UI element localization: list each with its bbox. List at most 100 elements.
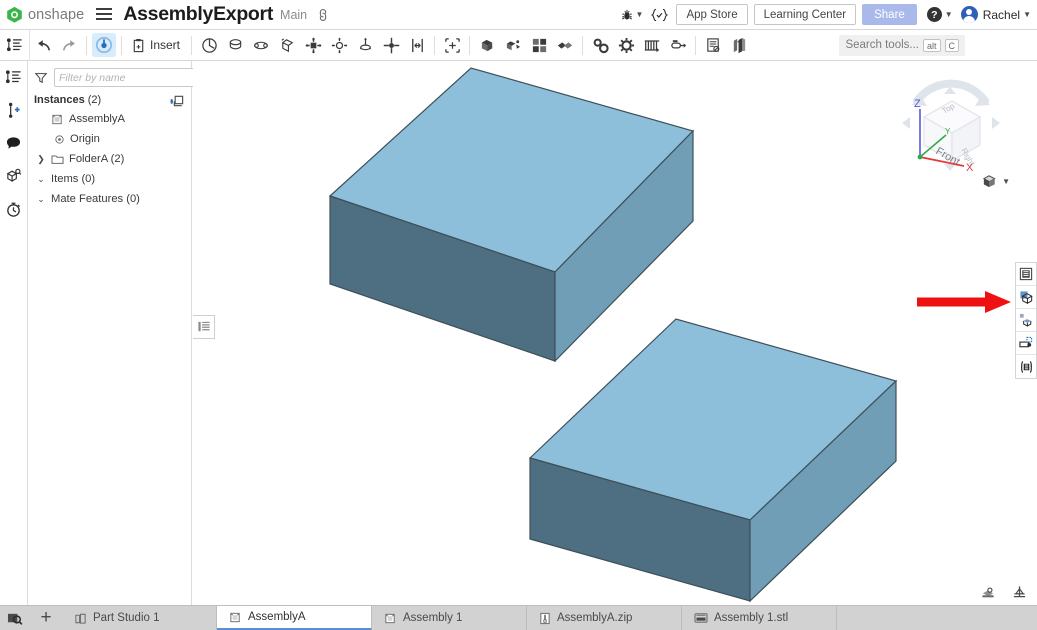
link-icon[interactable] bbox=[313, 5, 333, 25]
search-input[interactable] bbox=[54, 68, 201, 87]
redo-button[interactable] bbox=[56, 30, 82, 61]
cylindrical-mate-icon[interactable] bbox=[222, 30, 248, 61]
learning-center-button[interactable]: Learning Center bbox=[753, 4, 857, 25]
hamburger-menu-icon[interactable] bbox=[96, 8, 113, 21]
tree-item-origin[interactable]: Origin bbox=[28, 129, 191, 149]
tree-item-label: FolderA (2) bbox=[69, 153, 125, 165]
screw-relation-icon[interactable] bbox=[639, 30, 665, 61]
tab-label: Part Studio 1 bbox=[93, 612, 160, 624]
chevron-down-icon[interactable]: ⌄ bbox=[36, 194, 46, 205]
tangent-mate-icon[interactable] bbox=[404, 30, 430, 61]
stl-file-icon bbox=[694, 612, 708, 624]
panel-filter-row bbox=[28, 66, 221, 87]
document-tab-bar: + Part Studio 1 AssemblyA Assembly 1 Ass… bbox=[0, 605, 1037, 630]
assembly-icon bbox=[384, 612, 397, 625]
toolbar-divider bbox=[86, 35, 87, 55]
mate-connector-icon[interactable] bbox=[439, 30, 465, 61]
export-parts-icon[interactable] bbox=[1016, 286, 1036, 309]
help-chevron-down-icon[interactable]: ▼ bbox=[945, 10, 953, 19]
shaded-view-icon bbox=[982, 175, 996, 188]
transform-copy-icon[interactable] bbox=[1016, 309, 1036, 332]
tab-part-studio-1[interactable]: Part Studio 1 bbox=[62, 606, 217, 630]
chevron-down-icon: ▼ bbox=[635, 10, 644, 19]
insert-tab-icon[interactable] bbox=[1016, 332, 1036, 355]
instances-label: Instances bbox=[34, 94, 85, 106]
model-box-1 bbox=[328, 67, 695, 363]
pin-slot-mate-icon[interactable] bbox=[352, 30, 378, 61]
instances-count: (2) bbox=[87, 94, 102, 106]
onshape-wordmark[interactable]: onshape bbox=[28, 7, 84, 23]
chevron-right-icon[interactable]: ❯ bbox=[36, 154, 46, 165]
view-cube[interactable]: Front Top Right Z X Y bbox=[892, 67, 1010, 185]
branch-label[interactable]: Main bbox=[280, 8, 307, 22]
app-store-button[interactable]: App Store bbox=[676, 4, 748, 25]
tab-assemblya[interactable]: AssemblyA bbox=[217, 606, 372, 630]
toolbar-divider bbox=[191, 35, 193, 55]
tree-item-mate-features[interactable]: ⌄ Mate Features (0) bbox=[28, 189, 191, 209]
new-folder-icon[interactable] bbox=[170, 93, 185, 107]
help-icon[interactable]: ? bbox=[926, 7, 942, 22]
avatar[interactable] bbox=[960, 6, 978, 23]
ball-mate-icon[interactable] bbox=[326, 30, 352, 61]
view-mode-chevron-down-icon[interactable]: ▼ bbox=[1002, 177, 1010, 186]
bill-of-materials-icon[interactable] bbox=[700, 30, 726, 61]
instances-header: Instances (2) bbox=[28, 87, 191, 109]
revolute-mate-icon[interactable] bbox=[196, 30, 222, 61]
parallel-mate-icon[interactable] bbox=[378, 30, 404, 61]
exploded-view-icon[interactable] bbox=[726, 30, 752, 61]
assembly-icon bbox=[51, 113, 64, 126]
axis-z-label: Z bbox=[914, 98, 921, 110]
share-button[interactable]: Share bbox=[862, 4, 917, 25]
view-mode-button[interactable]: ▼ bbox=[981, 173, 1010, 190]
measure-icon[interactable] bbox=[1012, 585, 1027, 599]
add-version-icon[interactable] bbox=[4, 100, 24, 120]
assemble-active-icon[interactable] bbox=[91, 30, 117, 61]
section-view-icon[interactable] bbox=[981, 585, 996, 599]
insert-button[interactable]: Insert bbox=[126, 30, 187, 61]
tab-assembly-1[interactable]: Assembly 1 bbox=[372, 606, 527, 630]
user-menu-label[interactable]: Rachel bbox=[983, 8, 1020, 22]
tree-item-foldera[interactable]: ❯ FolderA (2) bbox=[28, 149, 191, 169]
tab-label: AssemblyA bbox=[248, 611, 306, 623]
planar-mate-icon[interactable] bbox=[274, 30, 300, 61]
gear-relation-icon[interactable] bbox=[613, 30, 639, 61]
chevron-down-icon[interactable]: ⌄ bbox=[36, 174, 46, 185]
onshape-assembly-window: onshape AssemblyExport Main ▼ App Store … bbox=[0, 0, 1037, 630]
funnel-filter-icon[interactable] bbox=[34, 71, 48, 85]
undo-button[interactable] bbox=[30, 30, 56, 61]
comments-icon[interactable] bbox=[4, 133, 24, 153]
mate-relation-icon[interactable] bbox=[587, 30, 613, 61]
page-title: AssemblyExport bbox=[123, 3, 274, 25]
panel-collapse-handle-icon[interactable] bbox=[193, 315, 215, 339]
search-shortcut-alt: alt bbox=[922, 38, 941, 52]
graphics-viewport[interactable]: Front Top Right Z X Y ▼ bbox=[193, 61, 1037, 605]
search-tools-input[interactable]: Search tools... alt C bbox=[839, 34, 965, 56]
user-chevron-down-icon[interactable]: ▼ bbox=[1023, 10, 1031, 19]
axis-x-label: X bbox=[966, 162, 974, 174]
rack-pinion-relation-icon[interactable] bbox=[665, 30, 691, 61]
replicate-icon[interactable] bbox=[500, 30, 526, 61]
tab-assemblya-zip[interactable]: AssemblyA.zip bbox=[527, 606, 682, 630]
add-tab-button[interactable]: + bbox=[30, 606, 62, 630]
feature-list-toggle[interactable] bbox=[0, 29, 30, 61]
bug-icon[interactable]: ▼ bbox=[620, 8, 644, 22]
tree-item-items[interactable]: ⌄ Items (0) bbox=[28, 169, 191, 189]
tab-label: Assembly 1 bbox=[403, 612, 463, 624]
tree-item-assemblya[interactable]: AssemblyA bbox=[28, 109, 191, 129]
mirror-icon[interactable] bbox=[552, 30, 578, 61]
views-cube-icon[interactable] bbox=[4, 166, 24, 186]
axis-y-label: Y bbox=[945, 127, 951, 136]
group-icon[interactable] bbox=[474, 30, 500, 61]
zoom-to-fit-icon[interactable] bbox=[0, 606, 30, 630]
feature-tree-icon[interactable] bbox=[4, 67, 24, 87]
pattern-icon[interactable] bbox=[526, 30, 552, 61]
display-states-icon[interactable] bbox=[1016, 263, 1036, 286]
tab-assembly-1-stl[interactable]: Assembly 1.stl bbox=[682, 606, 837, 630]
configuration-icon[interactable] bbox=[1016, 355, 1036, 378]
slider-mate-icon[interactable] bbox=[248, 30, 274, 61]
fastened-mate-icon[interactable] bbox=[300, 30, 326, 61]
onshape-logo-icon[interactable] bbox=[6, 6, 23, 23]
versions-braces-icon[interactable] bbox=[650, 8, 669, 22]
assembly-icon bbox=[229, 611, 242, 624]
history-clock-icon[interactable] bbox=[4, 199, 24, 219]
